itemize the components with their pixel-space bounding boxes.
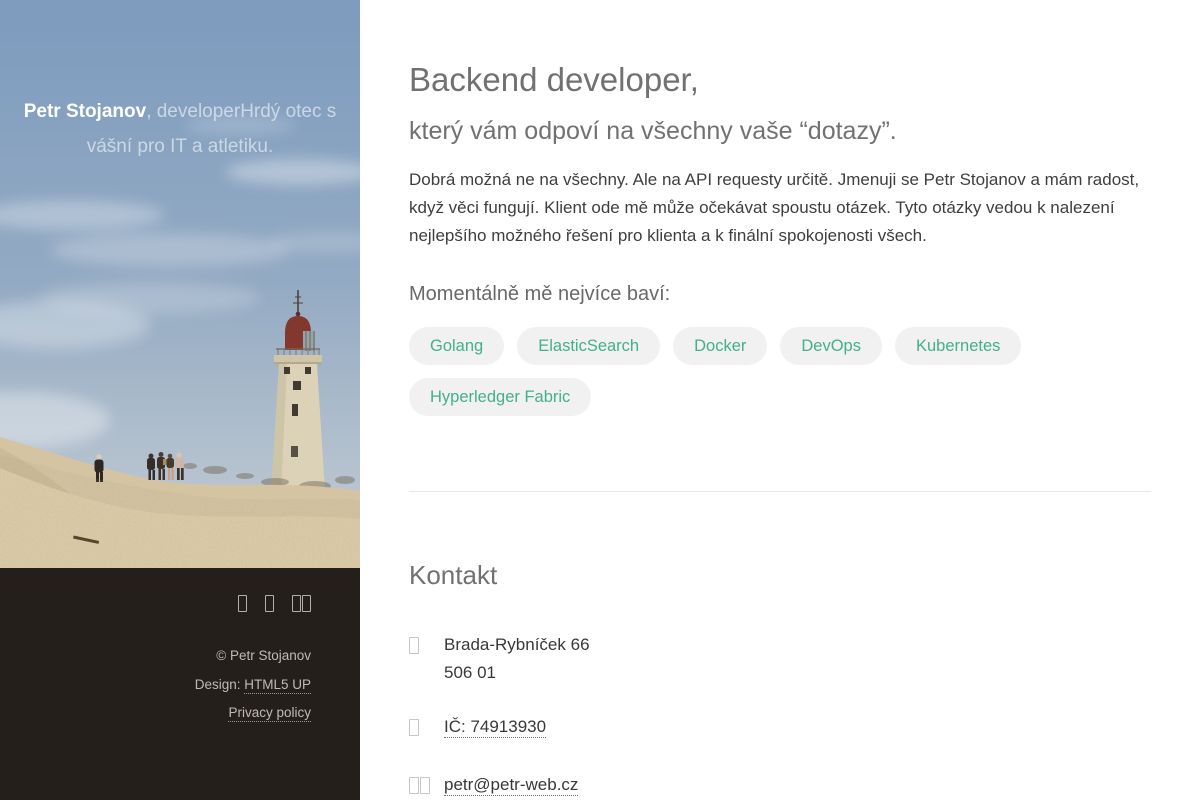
address-line-1: Brada-Rybníček 66 <box>444 635 590 654</box>
intro-paragraph: Dobrá možná ne na všechny. Ale na API re… <box>409 166 1151 250</box>
contact-heading: Kontakt <box>409 560 1151 591</box>
page: Petr Stojanov, developerHrdý otec s vášn… <box>0 0 1200 800</box>
tag-devops: DevOps <box>780 327 882 365</box>
contact-email-row: petr@petr-web.cz <box>409 771 1151 803</box>
tag-kubernetes: Kubernetes <box>895 327 1021 365</box>
social-icons-row <box>49 595 311 612</box>
privacy-policy-link[interactable]: Privacy policy <box>228 705 311 722</box>
address-icon <box>409 631 444 663</box>
social-icon-2[interactable] <box>265 595 274 612</box>
tag-elasticsearch: ElasticSearch <box>517 327 660 365</box>
social-icon-1[interactable] <box>238 595 247 612</box>
sidebar-intro: Petr Stojanov, developerHrdý otec s vášn… <box>22 94 338 164</box>
tag-hyperledger-fabric: Hyperledger Fabric <box>409 378 591 416</box>
main-content: Backend developer, který vám odpoví na v… <box>360 0 1200 800</box>
page-title: Backend developer, <box>409 60 1151 100</box>
page-subtitle: který vám odpoví na všechny vaše “dotazy… <box>409 115 1151 148</box>
contact-address-row: Brada-Rybníček 66 506 01 <box>409 631 1151 687</box>
placeholder-double-glyph-icon <box>292 595 311 612</box>
lighthouse-dune-scene <box>0 0 360 568</box>
company-id-icon <box>409 713 444 745</box>
tag-docker: Docker <box>673 327 767 365</box>
placeholder-glyph-icon <box>238 595 247 612</box>
social-icon-3[interactable] <box>292 595 311 612</box>
email-icon <box>409 771 444 803</box>
design-label: Design: <box>195 677 245 692</box>
company-id-link[interactable]: IČ: 74913930 <box>444 717 546 738</box>
sidebar-photo-lighthouse: Petr Stojanov, developerHrdý otec s vášn… <box>0 0 360 568</box>
section-divider <box>409 491 1151 492</box>
html5up-link[interactable]: HTML5 UP <box>244 677 311 694</box>
placeholder-glyph-icon <box>265 595 274 612</box>
copyright: © Petr Stojanov <box>49 642 311 671</box>
person-name: Petr Stojanov <box>24 101 146 122</box>
address-text: Brada-Rybníček 66 506 01 <box>444 631 590 687</box>
contact-company-id-row: IČ: 74913930 <box>409 713 1151 745</box>
tags-list: Golang ElasticSearch Docker DevOps Kubernete… <box>409 327 1151 416</box>
email-link[interactable]: petr@petr-web.cz <box>444 775 578 796</box>
tag-golang: Golang <box>409 327 504 365</box>
address-line-2: 506 01 <box>444 663 496 682</box>
sidebar: Petr Stojanov, developerHrdý otec s vášn… <box>0 0 360 800</box>
interests-heading: Momentálně mě nejvíce baví: <box>409 283 1151 306</box>
sidebar-footer: © Petr Stojanov Design: HTML5 UP Privacy… <box>0 568 360 728</box>
design-credit: Design: HTML5 UP <box>49 671 311 700</box>
